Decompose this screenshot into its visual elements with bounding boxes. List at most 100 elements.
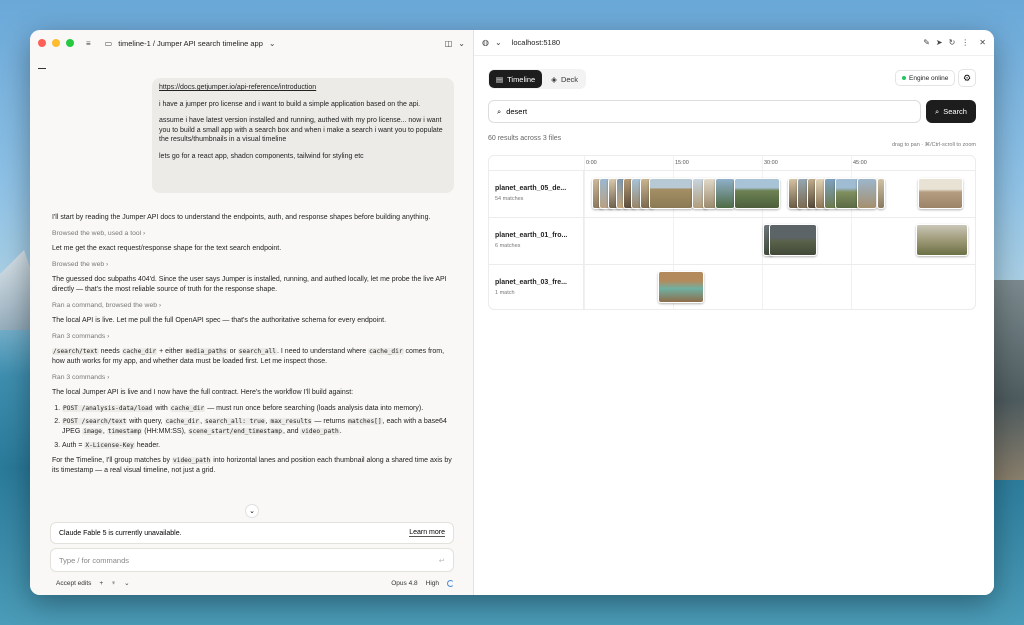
accept-edits-toggle[interactable]: Accept edits bbox=[56, 580, 91, 587]
tool-activity[interactable]: Ran 3 commands › bbox=[52, 332, 457, 342]
plus-icon[interactable]: + bbox=[99, 580, 103, 587]
assistant-message: The guessed doc subpaths 404'd. Since th… bbox=[52, 276, 447, 293]
user-message: https://docs.getjumper.io/api-reference/… bbox=[152, 78, 454, 193]
cursor-icon[interactable]: ➤ bbox=[936, 38, 943, 47]
assistant-messages: I'll start by reading the Jumper API doc… bbox=[52, 213, 457, 481]
lane-match-count: 54 matches bbox=[495, 196, 524, 202]
sidebar-toggle-icon[interactable]: ◫ bbox=[445, 39, 453, 48]
close-window-button[interactable] bbox=[38, 39, 46, 47]
chevron-down-icon[interactable]: ⌄ bbox=[495, 38, 502, 47]
lane-match-count: 1 match bbox=[495, 290, 515, 296]
thumbnail[interactable] bbox=[769, 224, 817, 256]
conversation-title[interactable]: timeline-1 / Jumper API search timeline … bbox=[118, 39, 263, 48]
assistant-message: /search/text needs cache_dir + either me… bbox=[52, 348, 445, 365]
list-item: Auth = X-License-Key header. bbox=[62, 441, 457, 451]
chevron-down-icon[interactable]: ⌄ bbox=[458, 39, 465, 48]
assistant-message: The local API is live. Let me pull the f… bbox=[52, 317, 387, 325]
search-icon: ⌕ bbox=[935, 106, 940, 116]
lane-match-count: 6 matches bbox=[495, 243, 521, 249]
lane-title: planet_earth_05_de... bbox=[495, 185, 567, 192]
thumbnail[interactable] bbox=[916, 224, 968, 256]
effort-selector[interactable]: High bbox=[426, 580, 439, 587]
chat-bottom-bar: Accept edits + ♆ ⌄ Opus 4.8 High bbox=[56, 578, 454, 588]
prompt-input[interactable]: Type / for commands ↵ bbox=[50, 548, 454, 572]
browser-toolbar: ◍ ⌄ localhost:5180 ✎ ➤ ↻ ⋮ ✕ bbox=[474, 30, 994, 56]
assistant-message: The local Jumper API is live and I now h… bbox=[52, 389, 354, 397]
notice-text: Claude Fable 5 is currently unavailable. bbox=[59, 529, 182, 537]
tick-label: 30:00 bbox=[764, 160, 778, 166]
tool-activity[interactable]: Ran 3 commands › bbox=[52, 373, 457, 383]
browser-pane: ◍ ⌄ localhost:5180 ✎ ➤ ↻ ⋮ ✕ ▤ Timeline ◈… bbox=[474, 30, 994, 595]
thumbnail[interactable] bbox=[715, 178, 735, 209]
thumbnail[interactable] bbox=[918, 178, 963, 209]
maximize-window-button[interactable] bbox=[66, 39, 74, 47]
minimize-window-button[interactable] bbox=[52, 39, 60, 47]
gear-icon: ⚙ bbox=[962, 72, 972, 83]
assistant-message: For the Timeline, I'll group matches by … bbox=[52, 457, 452, 474]
lane-title: planet_earth_01_fro... bbox=[495, 232, 568, 239]
search-button[interactable]: ⌕ Search bbox=[926, 100, 976, 123]
chevron-down-icon[interactable]: ⌄ bbox=[124, 579, 129, 587]
tool-activity[interactable]: Browsed the web › bbox=[52, 260, 457, 270]
learn-more-link[interactable]: Learn more bbox=[409, 529, 445, 537]
close-icon[interactable]: ✕ bbox=[979, 38, 986, 47]
engine-status-badge: Engine online bbox=[895, 70, 956, 86]
docs-link[interactable]: https://docs.getjumper.io/api-reference/… bbox=[159, 84, 316, 91]
tick-label: 45:00 bbox=[853, 160, 867, 166]
tab-deck[interactable]: ◈ Deck bbox=[544, 70, 585, 88]
more-icon[interactable]: ⋮ bbox=[961, 38, 969, 47]
assistant-message: I'll start by reading the Jumper API doc… bbox=[52, 214, 431, 221]
model-selector[interactable]: Opus 4.8 bbox=[391, 580, 417, 587]
timeline-icon: ▤ bbox=[496, 74, 504, 84]
timeline-lane: planet_earth_01_fro... 6 matches bbox=[489, 217, 975, 264]
view-tabs: ▤ Timeline ◈ Deck bbox=[488, 69, 587, 89]
search-icon: ⌕ bbox=[497, 106, 502, 116]
timeline[interactable]: 0:00 15:00 30:00 45:00 planet_earth_05_d… bbox=[488, 155, 976, 310]
refresh-icon[interactable]: ↻ bbox=[949, 38, 956, 47]
unavailable-notice: Claude Fable 5 is currently unavailable.… bbox=[50, 522, 454, 544]
search-value: desert bbox=[506, 107, 528, 116]
chat-pane: ≡ ▭ timeline-1 / Jumper API search timel… bbox=[30, 30, 474, 595]
tool-activity[interactable]: Browsed the web, used a tool › bbox=[52, 229, 457, 239]
timeline-lane: planet_earth_03_fre... 1 match bbox=[489, 264, 975, 309]
thumbnail[interactable] bbox=[658, 271, 704, 303]
app-window: ≡ ▭ timeline-1 / Jumper API search timel… bbox=[30, 30, 994, 595]
globe-icon: ◍ bbox=[482, 38, 489, 47]
thumbnail[interactable] bbox=[857, 178, 877, 209]
timeline-hint: drag to pan · ⌘/Ctrl-scroll to zoom bbox=[891, 142, 976, 148]
lane-title: planet_earth_03_fre... bbox=[495, 279, 567, 286]
mic-icon[interactable]: ♆ bbox=[111, 580, 116, 587]
search-input[interactable]: ⌕ desert bbox=[488, 100, 921, 123]
workflow-list: POST /analysis-data/load with cache_dir … bbox=[52, 404, 457, 450]
list-item: POST /analysis-data/load with cache_dir … bbox=[62, 404, 457, 414]
tab-timeline[interactable]: ▤ Timeline bbox=[489, 70, 543, 88]
layers-icon: ◈ bbox=[551, 74, 557, 84]
loading-spinner-icon bbox=[447, 579, 454, 587]
pencil-icon[interactable]: ✎ bbox=[923, 38, 930, 47]
prompt-placeholder: Type / for commands bbox=[59, 555, 130, 565]
dash-icon bbox=[38, 68, 46, 69]
url-field[interactable]: localhost:5180 bbox=[512, 38, 560, 47]
send-icon[interactable]: ↵ bbox=[439, 556, 445, 565]
scroll-down-icon[interactable]: ⌄ bbox=[245, 504, 259, 518]
thumbnail[interactable] bbox=[877, 178, 885, 209]
thumbnail[interactable] bbox=[649, 178, 693, 209]
laptop-icon: ▭ bbox=[104, 38, 113, 48]
list-item: POST /search/text with query, cache_dir,… bbox=[62, 417, 457, 436]
status-dot bbox=[902, 76, 906, 80]
tick-label: 0:00 bbox=[586, 160, 597, 166]
user-message-p2: assume i have latest version installed a… bbox=[159, 117, 443, 143]
tool-activity[interactable]: Ran a command, browsed the web › bbox=[52, 301, 457, 311]
time-axis: 0:00 15:00 30:00 45:00 bbox=[584, 156, 975, 170]
user-message-p3: lets go for a react app, shadcn componen… bbox=[159, 152, 364, 160]
chat-titlebar: ≡ ▭ timeline-1 / Jumper API search timel… bbox=[30, 30, 473, 56]
thumbnail[interactable] bbox=[734, 178, 780, 209]
chevron-down-icon[interactable]: ⌄ bbox=[269, 39, 276, 48]
settings-button[interactable]: ⚙ bbox=[958, 69, 976, 87]
timeline-lane: planet_earth_05_de... 54 matches bbox=[489, 170, 975, 217]
assistant-message: Let me get the exact request/response sh… bbox=[52, 245, 282, 253]
result-count: 60 results across 3 files bbox=[488, 135, 562, 142]
menu-icon[interactable]: ≡ bbox=[86, 39, 91, 48]
user-message-p1: i have a jumper pro license and i want t… bbox=[159, 100, 421, 108]
tick-label: 15:00 bbox=[675, 160, 689, 166]
